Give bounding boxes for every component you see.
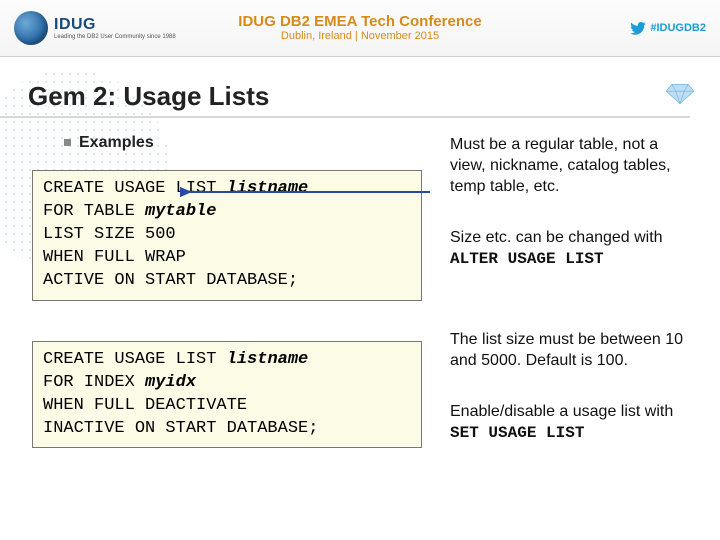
code-text: FOR INDEX [43,373,145,392]
code-text: LIST SIZE 500 [43,225,176,244]
code-block-1: CREATE USAGE LIST listname FOR TABLE myt… [32,170,422,301]
bullet-square-icon [64,139,71,146]
note-regular-table: Must be a regular table, not a view, nic… [450,134,698,197]
note-list-size: The list size must be between 10 and 500… [450,329,698,371]
globe-icon [14,11,48,45]
code-text: FOR TABLE [43,202,145,221]
conference-title-block: IDUG DB2 EMEA Tech Conference Dublin, Ir… [238,13,481,43]
diamond-icon [666,83,694,105]
note-alter-usage: Size etc. can be changed with ALTER USAG… [450,227,698,270]
slide-header: IDUG Leading the DB2 User Community sinc… [0,0,720,57]
slide-title-text: Gem 2: Usage Lists [28,81,269,111]
twitter-bird-icon [630,22,646,35]
examples-bullet: Examples [64,134,422,152]
code-listname: listname [227,350,309,369]
right-column: Must be a regular table, not a view, nic… [450,132,698,474]
code-text: WHEN FULL DEACTIVATE [43,396,247,415]
left-column: Examples CREATE USAGE LIST listname FOR … [50,132,422,474]
code-text: CREATE USAGE LIST [43,179,227,198]
org-logo: IDUG Leading the DB2 User Community sinc… [14,11,176,45]
note-set-usage: Enable/disable a usage list with SET USA… [450,401,698,444]
hashtag-group: #IDUGDB2 [630,22,706,35]
code-text: INACTIVE ON START DATABASE; [43,419,318,438]
org-name: IDUG [54,17,176,33]
code-mytable: mytable [145,202,216,221]
note-text: Size etc. can be changed with [450,229,663,246]
note-code: SET USAGE LIST [450,424,584,442]
hashtag-text: #IDUGDB2 [650,22,706,34]
code-text: ACTIVE ON START DATABASE; [43,271,298,290]
code-listname: listname [227,179,309,198]
note-code: ALTER USAGE LIST [450,250,604,268]
code-myidx: myidx [145,373,196,392]
code-text: CREATE USAGE LIST [43,350,227,369]
conference-title: IDUG DB2 EMEA Tech Conference [238,13,481,30]
code-text: WHEN FULL WRAP [43,248,186,267]
conference-subtitle: Dublin, Ireland | November 2015 [238,30,481,43]
note-text: Enable/disable a usage list with [450,403,673,420]
org-tagline: Leading the DB2 User Community since 198… [54,34,176,40]
slide-title: Gem 2: Usage Lists [0,57,690,118]
examples-label: Examples [79,134,154,151]
code-block-2: CREATE USAGE LIST listname FOR INDEX myi… [32,341,422,449]
